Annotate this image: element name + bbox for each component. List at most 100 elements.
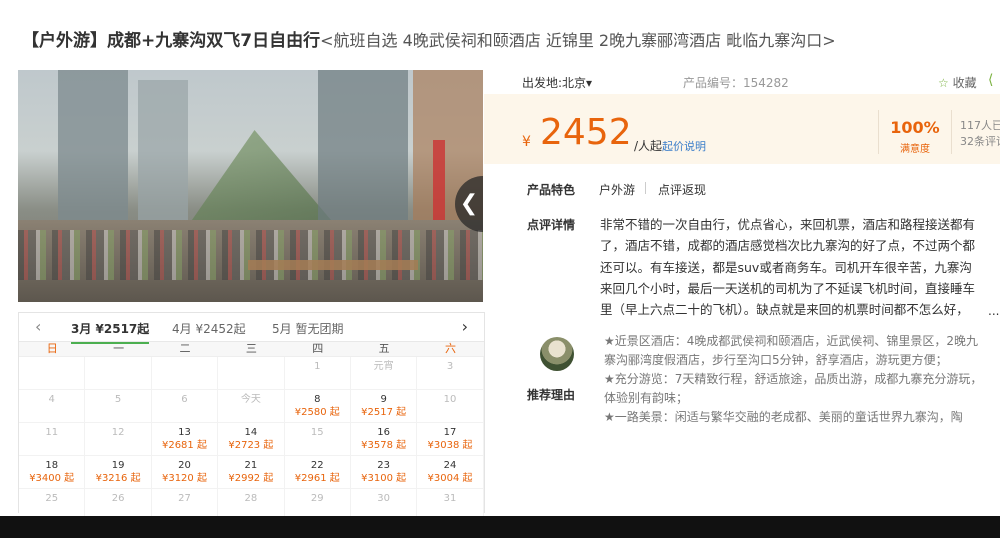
favorite-label: 收藏: [952, 76, 977, 90]
calendar-day[interactable]: 22 ¥2961 起: [284, 456, 351, 489]
weekday-label: 日: [46, 342, 58, 355]
departure-select[interactable]: 出发地:北京▾: [522, 74, 592, 91]
weekday-label: 六: [445, 342, 457, 355]
product-title: 【户外游】成都+九寨沟双飞7日自由行: [22, 31, 321, 51]
calendar-day[interactable]: 9 ¥2517 起: [350, 390, 418, 423]
feature-tag: 点评返现: [658, 183, 707, 197]
calendar-empty-cell: [151, 357, 219, 390]
recommend-list: ★近景区酒店：4晚成都武侯祠和颐酒店，近武侯祠、锦里景区，2晚九寨沟郦湾度假酒店…: [604, 332, 984, 427]
calendar-day-number: 元宵: [373, 361, 394, 372]
calendar-day: 11: [19, 423, 86, 456]
calendar-day[interactable]: 18 ¥3400 起: [19, 456, 86, 489]
calendar-day[interactable]: 14 ¥2723 起: [218, 423, 285, 456]
calendar-day-number: 20: [178, 460, 191, 471]
weekday-label: 五: [378, 342, 390, 355]
product-subtitle: <航班自选 4晚武侯祠和颐酒店 近锦里 2晚九寨郦湾酒店 毗临九寨沟口>: [320, 31, 836, 50]
calendar-day-number: 4: [48, 394, 55, 405]
review-count[interactable]: 32条评论: [960, 134, 1000, 150]
calendar-day: 10: [417, 390, 484, 423]
product-id: 产品编号：154282: [683, 76, 789, 90]
product-photo[interactable]: ❮: [18, 70, 483, 302]
calendar-day[interactable]: 13 ¥2681 起: [151, 423, 219, 456]
calendar-day[interactable]: 19 ¥3216 起: [85, 456, 152, 489]
calendar-day[interactable]: 23 ¥3100 起: [350, 456, 418, 489]
calendar-day-number: 1: [314, 361, 321, 372]
calendar-day[interactable]: 21 ¥2992 起: [218, 456, 285, 489]
calendar-day[interactable]: 24 ¥3004 起: [417, 456, 484, 489]
calendar-day-price: ¥2681 起: [161, 440, 207, 451]
calendar-day-number: 13: [178, 427, 191, 438]
calendar-prev-icon[interactable]: ‹: [35, 317, 41, 336]
calendar-day-price: ¥3038 起: [427, 440, 473, 451]
calendar-day-price: ¥3100 起: [361, 473, 407, 484]
calendar-day-number: 6: [181, 394, 188, 405]
tab-month-4[interactable]: 4月 ¥2452起: [172, 320, 246, 337]
tab-month-5[interactable]: 5月 暂无团期: [272, 320, 343, 337]
recommend-item: ★近景区酒店：4晚成都武侯祠和颐酒店，近武侯祠、锦里景区，2晚九寨沟郦湾度假酒店…: [604, 334, 979, 367]
calendar-day-number: 21: [244, 460, 258, 471]
favorite-button[interactable]: ☆ 收藏: [938, 74, 977, 91]
calendar-day-price: ¥3578 起: [361, 440, 407, 451]
calendar-week-row: 1 元宵 3: [19, 357, 484, 390]
calendar-day-number: 9: [380, 394, 387, 405]
calendar-day: 5: [85, 390, 152, 423]
calendar-day-number: 16: [377, 427, 391, 438]
review-text: 非常不错的一次自由行，优点省心，来回机票，酒店和路程接送都有了，酒店不错，成都的…: [600, 217, 976, 324]
satisfaction-percent: 100%: [890, 118, 940, 137]
departure-label: 出发地:北京: [522, 76, 587, 90]
calendar-next-icon[interactable]: ›: [462, 317, 468, 336]
calendar-week-row: 4 5 6 今天 8 ¥2580 起 9 ¥2517 起 10: [19, 390, 484, 423]
caret-down-icon: ▾: [586, 76, 593, 90]
calendar-day-number: 23: [377, 460, 391, 471]
review-label: 点评详情: [527, 218, 576, 232]
calendar-day-price: ¥2723 起: [228, 440, 274, 451]
calendar-day[interactable]: 17 ¥3038 起: [417, 423, 484, 456]
price-unit-row: /人起起价说明: [634, 137, 706, 154]
traveled-count: 117人已出: [960, 119, 1000, 132]
calendar-day-number: 8: [314, 394, 321, 405]
calendar-day-number: 26: [111, 493, 125, 504]
calendar-day: 12: [85, 423, 152, 456]
feature-tag: 户外游: [599, 183, 636, 197]
price-note-link[interactable]: 起价说明: [662, 140, 706, 153]
calendar-empty-cell: [85, 357, 152, 390]
calendar-day-price: ¥2517 起: [361, 407, 407, 418]
share-icon[interactable]: ⟨: [988, 72, 993, 88]
bottom-bar: [0, 516, 1000, 538]
calendar-day-number: 15: [310, 427, 324, 438]
calendar-day[interactable]: 16 ¥3578 起: [350, 423, 418, 456]
calendar-day: 元宵: [350, 357, 418, 390]
satisfaction-box: 100% 满意度: [878, 110, 952, 155]
price-unit: /人起: [634, 139, 663, 153]
star-icon: ☆: [938, 76, 949, 90]
recommend-label: 推荐理由: [527, 388, 576, 402]
price-calendar: ‹ 3月 ¥2517起 4月 ¥2452起 5月 暂无团期 › 日 一 二 三 …: [18, 312, 485, 522]
calendar-day[interactable]: 20 ¥3120 起: [151, 456, 219, 489]
calendar-day-number: 14: [244, 427, 258, 438]
calendar-day-price: ¥3004 起: [427, 473, 473, 484]
calendar-day: 1: [284, 357, 351, 390]
calendar-day-price: ¥3216 起: [95, 473, 141, 484]
calendar-day-number: 18: [45, 460, 59, 471]
weekday-header: 日 一 二 三 四 五 六: [19, 342, 484, 357]
weekday-label: 四: [312, 342, 324, 355]
recommend-item: ★一路美景：闲适与繁华交融的老成都、美丽的童话世界九寨沟，陶: [604, 410, 963, 424]
calendar-day: 4: [19, 390, 86, 423]
calendar-day-price: ¥2580 起: [294, 407, 340, 418]
stats: 117人已出 32条评论: [960, 118, 1000, 150]
calendar-day-price: ¥3400 起: [29, 473, 75, 484]
calendar-day-number: 25: [45, 493, 59, 504]
calendar-day-number: 3: [446, 361, 454, 372]
calendar-day-price: ¥3120 起: [161, 473, 207, 484]
calendar-day[interactable]: 8 ¥2580 起: [284, 390, 351, 423]
divider: [645, 182, 646, 194]
calendar-empty-cell: [19, 357, 86, 390]
calendar-day: 3: [417, 357, 484, 390]
tab-month-3[interactable]: 3月 ¥2517起: [71, 320, 150, 344]
calendar-day-number: 19: [111, 460, 125, 471]
calendar-day-price: ¥2961 起: [294, 473, 340, 484]
calendar-day-number: 27: [178, 493, 191, 504]
weekday-label: 二: [179, 342, 191, 355]
price-value: 2452: [540, 112, 632, 153]
weekday-label: 一: [113, 342, 125, 355]
